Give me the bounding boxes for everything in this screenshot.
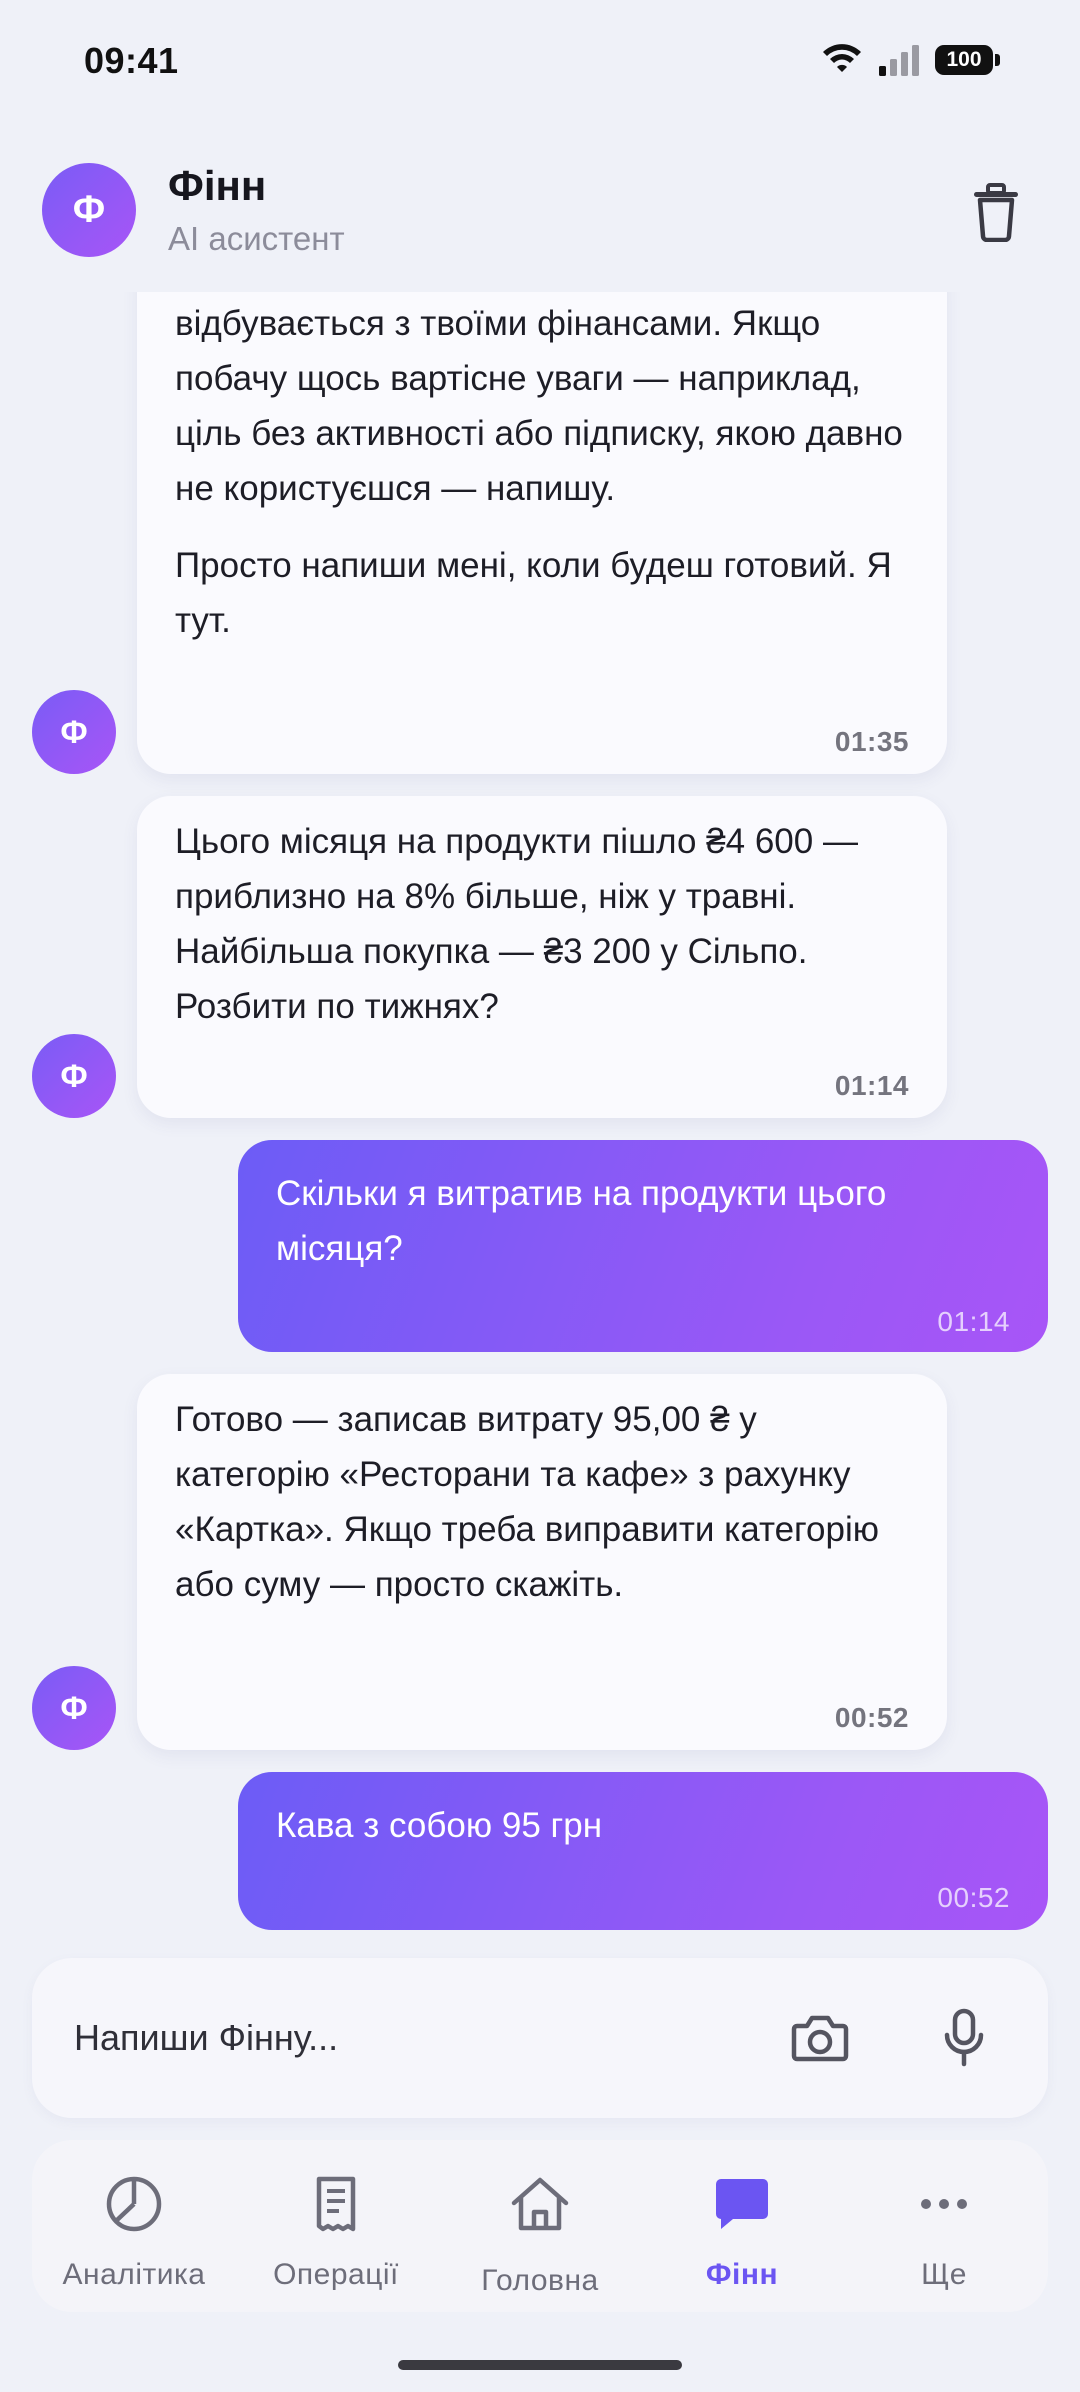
microphone-icon	[944, 2008, 984, 2067]
nav-item-analytics[interactable]: Аналітика	[34, 2140, 234, 2312]
message-time: 01:14	[937, 1306, 1010, 1337]
assistant-message: Готово — записав витрату 95,00 ₴ у катег…	[137, 1374, 947, 1750]
assistant-subtitle: AI асистент	[168, 220, 345, 257]
message-text: відбувається з твоїми фінансами. Якщо по…	[175, 304, 903, 508]
nav-item-home[interactable]: Головна	[440, 2140, 640, 2312]
clear-chat-button[interactable]	[970, 182, 1022, 243]
camera-button[interactable]	[782, 2000, 858, 2076]
message-avatar: Ф	[32, 1666, 116, 1750]
microphone-button[interactable]	[926, 1998, 1002, 2078]
assistant-message: Цього місяця на продукти пішло ₴4 600 — …	[137, 796, 947, 1118]
message-composer	[32, 1958, 1048, 2118]
assistant-message: відбувається з твоїми фінансами. Якщо по…	[137, 292, 947, 774]
chat-bubble-icon	[710, 2172, 774, 2236]
message-avatar: Ф	[32, 690, 116, 774]
user-message: Кава з собою 95 грн 00:52	[238, 1772, 1048, 1930]
message-avatar: Ф	[32, 1034, 116, 1118]
chat-header: Ф Фінн AI асистент	[0, 140, 1080, 290]
bottom-navigation: Аналітика Операції Головна Фінн Ще	[32, 2140, 1048, 2312]
pie-chart-icon	[102, 2172, 166, 2236]
chat-messages[interactable]: відбувається з твоїми фінансами. Якщо по…	[0, 292, 1080, 1952]
home-icon	[508, 2172, 572, 2236]
user-message: Скільки я витратив на продукти цього міс…	[238, 1140, 1048, 1352]
message-time: 00:52	[937, 1882, 1010, 1913]
message-input[interactable]	[74, 1998, 754, 2078]
status-time: 09:41	[84, 40, 179, 81]
message-time: 00:52	[834, 1702, 909, 1733]
status-bar: 09:41 100	[0, 0, 1080, 120]
nav-label: Фінн	[705, 2258, 779, 2291]
more-dots-icon	[912, 2172, 976, 2236]
screen: 09:41 100 Ф Фінн AI асистент відбуваєтьс…	[0, 0, 1080, 2392]
trash-icon	[974, 183, 1018, 243]
message-text: Кава з собою 95 грн	[276, 1806, 603, 1845]
message-time: 01:35	[834, 726, 909, 757]
camera-icon	[791, 2015, 849, 2062]
message-text: Просто напиши мені, коли будеш готовий. …	[175, 546, 892, 640]
assistant-name: Фінн	[168, 162, 267, 209]
nav-label: Ще	[921, 2258, 967, 2291]
nav-label: Аналітика	[62, 2258, 206, 2291]
nav-item-more[interactable]: Ще	[844, 2140, 1044, 2312]
message-text: Цього місяця на продукти пішло ₴4 600 — …	[175, 822, 858, 1026]
battery-tip	[995, 54, 1000, 66]
battery-level: 100	[935, 45, 993, 75]
receipt-icon	[304, 2172, 368, 2236]
battery-icon: 100	[935, 45, 1000, 75]
nav-item-operations[interactable]: Операції	[236, 2140, 436, 2312]
wifi-icon	[823, 44, 861, 72]
message-time: 01:14	[834, 1070, 909, 1101]
message-text: Скільки я витратив на продукти цього міс…	[276, 1174, 887, 1268]
nav-label: Операції	[273, 2258, 399, 2291]
assistant-avatar: Ф	[42, 163, 136, 257]
status-icons: 100	[821, 44, 1000, 76]
home-indicator[interactable]	[398, 2360, 682, 2370]
nav-item-finn[interactable]: Фінн	[642, 2140, 842, 2312]
nav-label: Головна	[481, 2264, 599, 2297]
message-text: Готово — записав витрату 95,00 ₴ у катег…	[175, 1400, 879, 1604]
cellular-signal-icon	[879, 45, 919, 76]
